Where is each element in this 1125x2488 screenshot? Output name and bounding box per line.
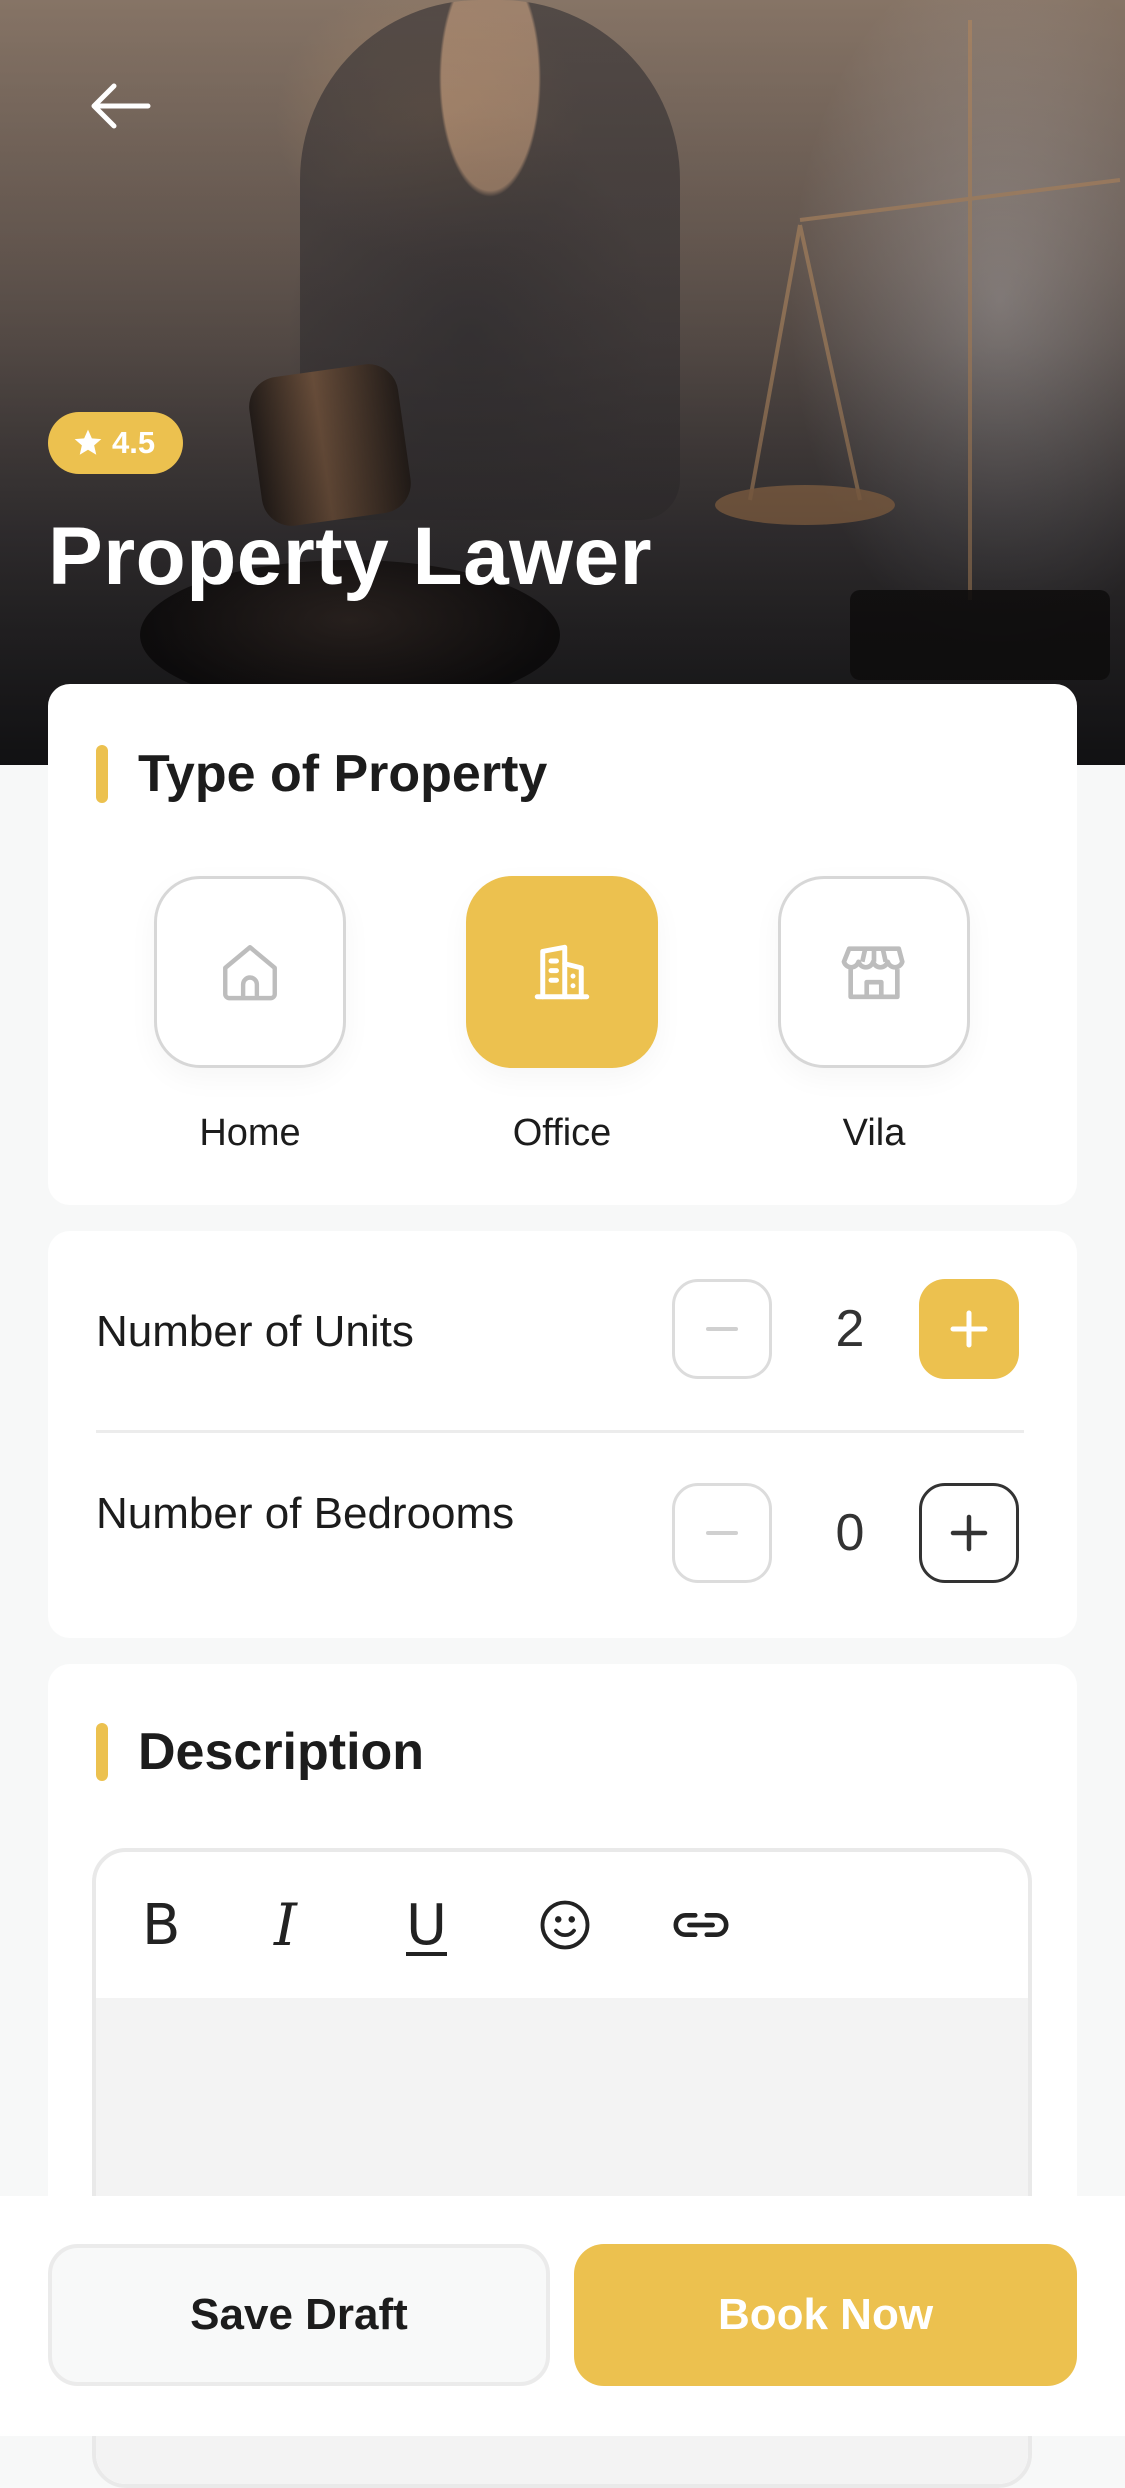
description-heading: Description bbox=[96, 1722, 424, 1782]
hero-banner: 4.5 Property Lawer bbox=[0, 0, 1125, 765]
underline-icon: U bbox=[406, 1892, 447, 1958]
bedrooms-decrement-button[interactable] bbox=[672, 1483, 772, 1583]
property-type-label: Office bbox=[512, 1112, 612, 1154]
accent-bar bbox=[96, 1723, 108, 1781]
units-label: Number of Units bbox=[96, 1307, 414, 1356]
divider bbox=[96, 1430, 1024, 1433]
editor-toolbar: B I U bbox=[96, 1852, 1028, 1998]
bold-button[interactable]: B bbox=[142, 1885, 274, 1965]
counts-card: Number of Units 2 Number of Bedrooms 0 bbox=[48, 1231, 1077, 1638]
plus-icon bbox=[950, 1310, 988, 1348]
bedrooms-increment-button[interactable] bbox=[919, 1483, 1019, 1583]
bold-icon: B bbox=[142, 1892, 181, 1958]
save-draft-button[interactable]: Save Draft bbox=[48, 2244, 550, 2386]
minus-icon bbox=[706, 1327, 738, 1331]
link-button[interactable] bbox=[670, 1885, 802, 1965]
bedrooms-value: 0 bbox=[835, 1504, 865, 1562]
minus-icon bbox=[706, 1531, 738, 1535]
emoji-button[interactable] bbox=[538, 1885, 670, 1965]
building-icon bbox=[534, 944, 590, 1000]
plus-icon bbox=[950, 1514, 988, 1552]
property-type-label: Vila bbox=[842, 1112, 906, 1154]
rating-value: 4.5 bbox=[112, 425, 156, 460]
accent-bar bbox=[96, 745, 108, 803]
units-increment-button[interactable] bbox=[919, 1279, 1019, 1379]
rating-badge: 4.5 bbox=[48, 412, 184, 474]
smile-icon bbox=[540, 1900, 590, 1950]
home-icon bbox=[223, 945, 277, 1001]
units-value: 2 bbox=[835, 1300, 865, 1358]
store-icon bbox=[841, 946, 905, 1000]
property-type-card: Type of Property Home Office Vila bbox=[48, 684, 1077, 1205]
property-type-home[interactable]: Home bbox=[154, 876, 346, 1155]
italic-icon: I bbox=[274, 1891, 297, 1959]
property-type-office[interactable]: Office bbox=[466, 876, 658, 1155]
property-type-vila[interactable]: Vila bbox=[778, 876, 970, 1155]
units-decrement-button[interactable] bbox=[672, 1279, 772, 1379]
property-type-heading: Type of Property bbox=[96, 744, 547, 804]
back-button[interactable] bbox=[80, 76, 160, 136]
arrow-left-icon bbox=[91, 83, 151, 129]
underline-button[interactable]: U bbox=[406, 1885, 538, 1965]
bottom-action-bar: Save Draft Book Now bbox=[0, 2196, 1125, 2436]
book-now-button[interactable]: Book Now bbox=[574, 2244, 1077, 2386]
page-title: Property Lawer bbox=[48, 511, 652, 602]
bedrooms-label: Number of Bedrooms bbox=[96, 1489, 515, 1538]
star-icon bbox=[74, 429, 102, 455]
italic-button[interactable]: I bbox=[274, 1885, 406, 1965]
property-type-label: Home bbox=[199, 1112, 301, 1154]
link-icon bbox=[673, 1912, 729, 1938]
